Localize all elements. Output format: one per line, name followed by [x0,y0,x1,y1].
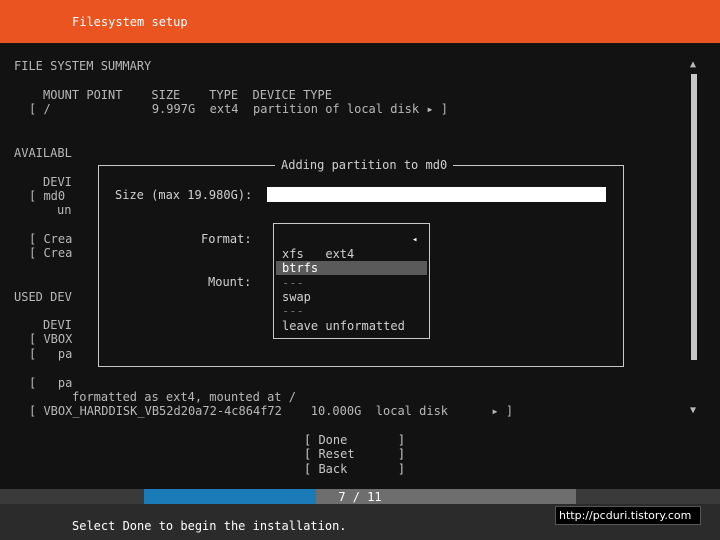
size-input[interactable] [267,187,606,202]
summary-heading: FILE SYSTEM SUMMARY [14,59,152,73]
available-col-device: DEVI [43,175,72,189]
create-button-1[interactable]: [ Crea [29,232,72,246]
format-option-ext4[interactable]: ext4 ◂ [276,233,427,261]
mount-label: Mount: [208,275,252,289]
format-option-xfs[interactable]: xfs [276,247,427,261]
scroll-up-icon[interactable]: ▲ [690,58,696,72]
watermark: http://pcduri.tistory.com [555,506,701,525]
available-heading: AVAILABL [14,146,72,160]
format-option-leave-unformatted[interactable]: leave unformatted [276,319,427,333]
create-button-2[interactable]: [ Crea [29,246,72,260]
format-label: Format: [201,232,252,246]
dialog-title: Adding partition to md0 [275,158,454,172]
available-device-sub: un [57,203,72,217]
available-device-md0[interactable]: [ md0 [29,189,65,203]
format-dropdown[interactable]: ext4 ◂ xfs btrfs --- swap --- leave unfo… [273,223,430,339]
used-formatted-info: formatted as ext4, mounted at / [72,390,296,404]
current-selection-icon: ◂ [412,235,418,245]
page-title: Filesystem setup [72,15,188,29]
used-partition-1[interactable]: [ pa [29,347,72,361]
status-text: Select Done to begin the installation. [72,519,347,533]
size-label: Size (max 19.980G): [115,188,253,202]
used-partition-2[interactable]: [ pa [29,376,72,390]
format-separator-1: --- [282,276,304,290]
header-bar: Filesystem setup [0,0,720,43]
reset-button[interactable]: [ Reset ] [304,447,405,461]
summary-row-root[interactable]: [ / 9.997G ext4 partition of local disk … [29,102,448,116]
done-button[interactable]: [ Done ] [304,433,405,447]
scrollbar[interactable] [691,74,697,360]
format-option-swap[interactable]: swap [276,290,427,304]
summary-columns: MOUNT POINT SIZE TYPE DEVICE TYPE [43,88,332,102]
used-device-vbox[interactable]: [ VBOX [29,332,72,346]
used-disk-row[interactable]: [ VBOX_HARDDISK_VB52d20a72-4c864f72 10.0… [29,404,513,418]
progress-text: 7 / 11 [338,490,382,504]
format-separator-2: --- [282,304,304,318]
back-button[interactable]: [ Back ] [304,462,405,476]
format-option-btrfs[interactable]: btrfs [276,261,427,275]
used-col-device: DEVI [43,318,72,332]
add-partition-dialog: Adding partition to md0 Size (max 19.980… [98,158,624,367]
used-heading: USED DEV [14,290,72,304]
scroll-down-icon[interactable]: ▼ [690,404,696,418]
